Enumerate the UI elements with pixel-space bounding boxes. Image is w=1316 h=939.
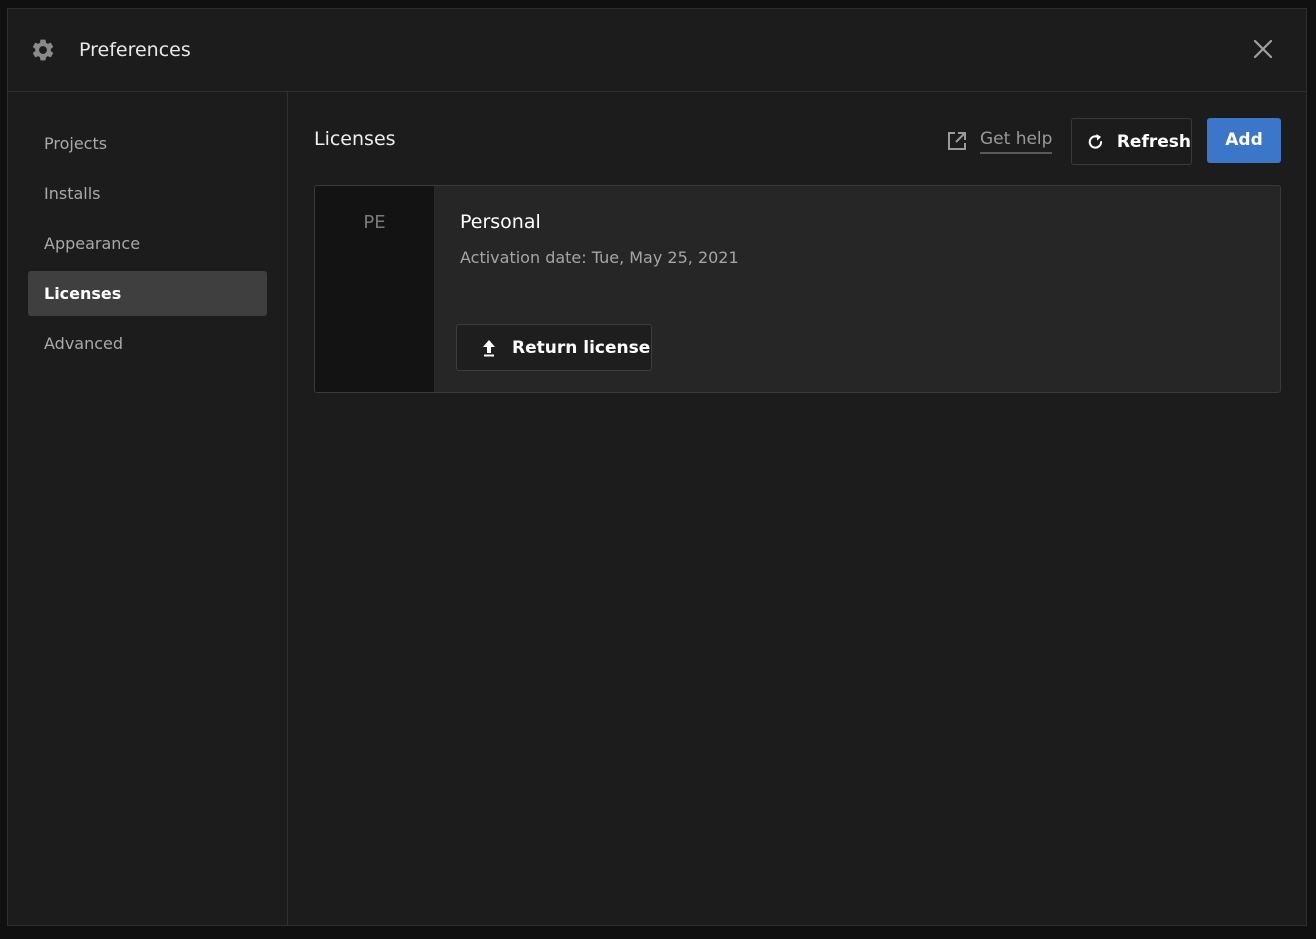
main-panel: Licenses Get help Refresh Add PE Persona… <box>288 92 1306 925</box>
upload-arrow-icon <box>483 339 495 356</box>
license-card: PE Personal Activation date: Tue, May 25… <box>314 185 1281 393</box>
sidebar-item-advanced[interactable]: Advanced <box>28 321 267 366</box>
preferences-window: Preferences Projects Installs Appearance… <box>7 8 1307 926</box>
return-license-label: Return license <box>512 337 651 358</box>
page-title: Licenses <box>314 128 396 150</box>
sidebar-item-projects[interactable]: Projects <box>28 121 267 166</box>
add-button[interactable]: Add <box>1207 118 1281 163</box>
sidebar: Projects Installs Appearance Licenses Ad… <box>8 92 288 925</box>
gear-icon <box>32 39 54 61</box>
sidebar-item-appearance[interactable]: Appearance <box>28 221 267 266</box>
sidebar-item-licenses[interactable]: Licenses <box>28 271 267 316</box>
refresh-icon <box>1088 133 1103 149</box>
license-badge: PE <box>315 186 435 392</box>
license-activation-date: Activation date: Tue, May 25, 2021 <box>460 248 739 267</box>
sidebar-item-installs[interactable]: Installs <box>28 171 267 216</box>
get-help-label: Get help <box>980 128 1053 154</box>
return-license-button[interactable]: Return license <box>456 324 652 371</box>
window-title: Preferences <box>79 39 191 61</box>
get-help-link[interactable]: Get help <box>946 128 1053 158</box>
close-icon[interactable] <box>1252 38 1274 60</box>
refresh-label: Refresh <box>1116 131 1191 152</box>
license-name: Personal <box>460 211 541 233</box>
refresh-button[interactable]: Refresh <box>1071 118 1192 165</box>
window-header: Preferences <box>8 9 1306 92</box>
external-link-icon <box>948 132 966 150</box>
